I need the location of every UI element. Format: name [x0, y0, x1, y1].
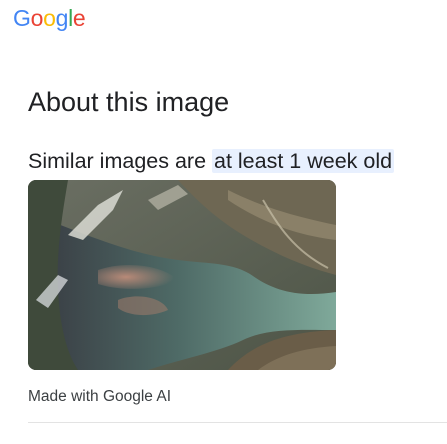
section-divider	[28, 422, 447, 423]
logo-letter-o1: o	[30, 5, 44, 31]
logo-letter-g: G	[13, 5, 31, 31]
aerial-river-landscape-image	[28, 180, 336, 370]
page-title: About this image	[28, 87, 230, 117]
image-age-highlight: at least 1 week old	[212, 149, 395, 173]
google-logo[interactable]: Google	[13, 4, 86, 32]
logo-letter-o2: o	[43, 5, 56, 31]
image-age-summary: Similar images are at least 1 week old	[28, 146, 395, 176]
logo-letter-g2: g	[55, 5, 69, 31]
logo-letter-e: e	[72, 5, 86, 31]
subtitle-prefix: Similar images are	[28, 149, 212, 173]
image-preview[interactable]	[28, 180, 336, 370]
ai-attribution-label: Made with Google AI	[28, 388, 172, 405]
